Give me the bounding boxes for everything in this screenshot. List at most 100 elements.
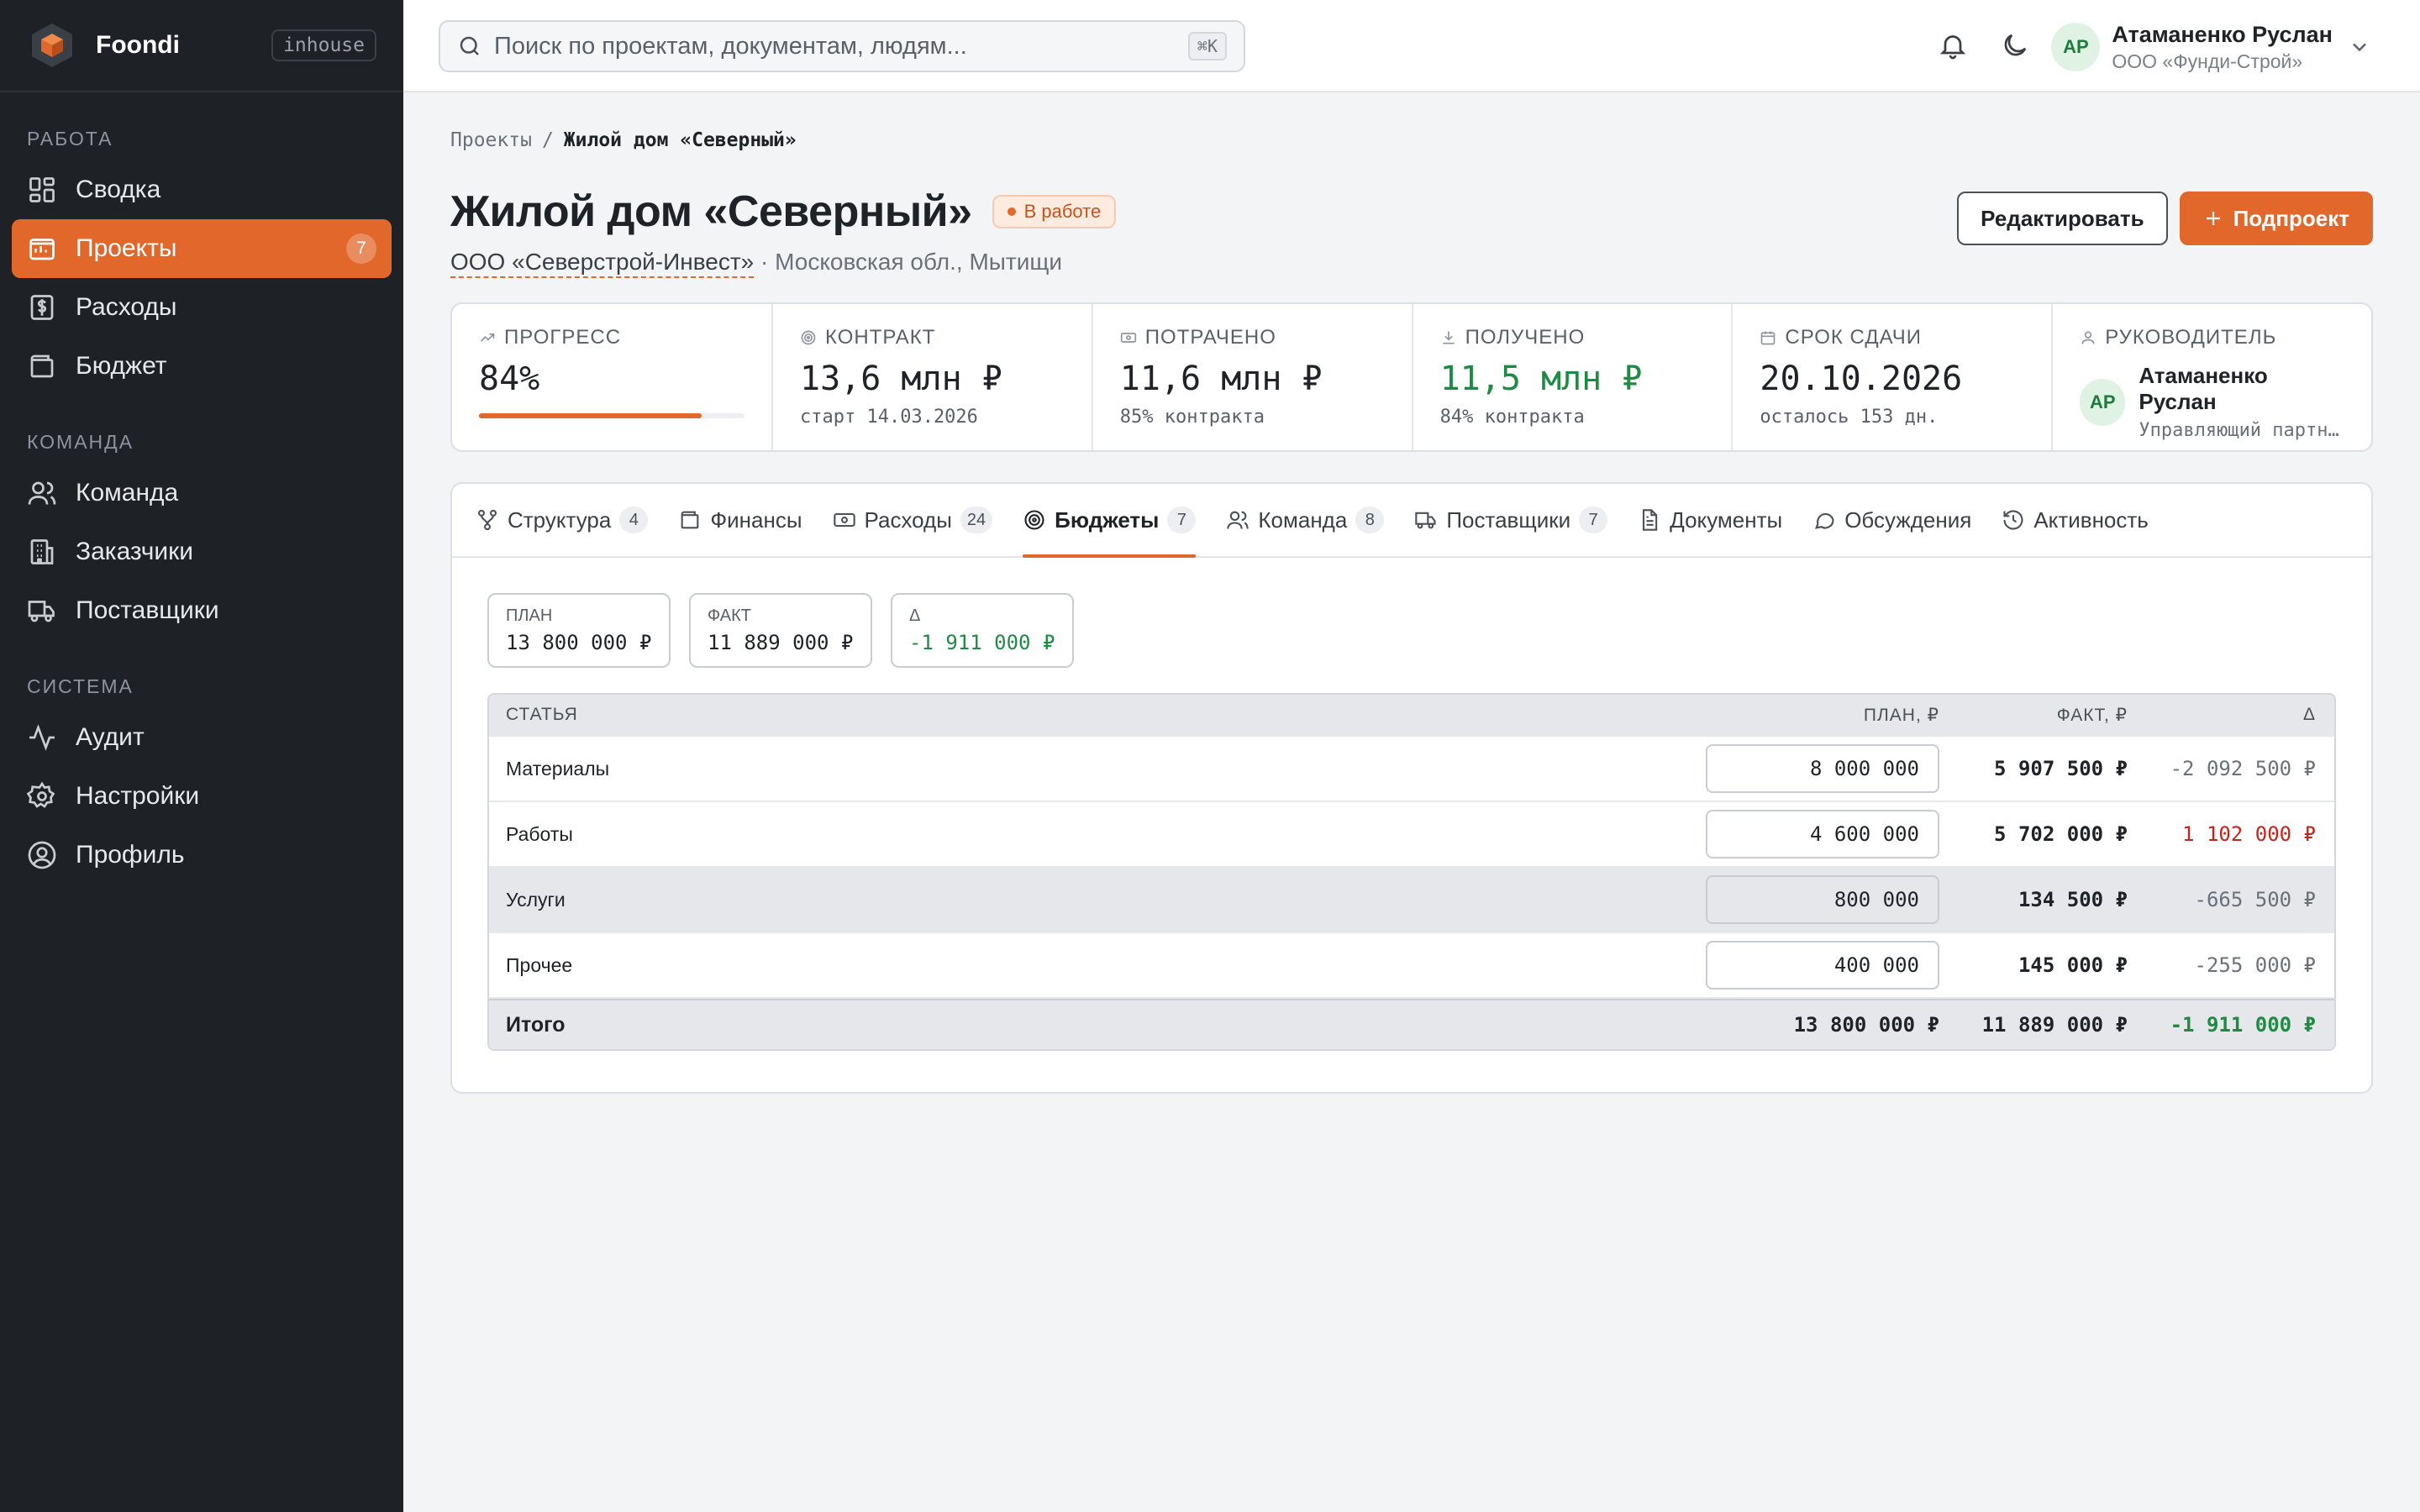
tab-count: 4 (619, 507, 649, 533)
stat-label: Руководитель (2105, 326, 2277, 349)
truck-icon (1415, 512, 1436, 529)
avatar: АР (2051, 23, 2101, 71)
tab-count: 7 (1579, 507, 1608, 533)
breadcrumb-link[interactable]: Проекты (450, 129, 532, 151)
column-header[interactable]: Δ (2146, 705, 2334, 725)
stat-contract: Контракт 13,6 млн ₽ старт 14.03.2026 (773, 304, 1093, 450)
tab-suppliers[interactable]: Поставщики 7 (1414, 484, 1608, 556)
status-dot (1007, 207, 1016, 216)
sidebar-item-settings[interactable]: Настройки (12, 767, 392, 826)
sidebar-item-suppliers[interactable]: Поставщики (12, 581, 392, 640)
row-delta: -2 092 500 ₽ (2170, 757, 2316, 780)
summary-label: ФАКТ (708, 606, 751, 625)
sidebar-item-budget[interactable]: Бюджет (12, 337, 392, 396)
tab-budgets[interactable]: Бюджеты 7 (1023, 484, 1197, 558)
tab-count: 8 (1355, 507, 1385, 533)
budget-summary: ПЛАН 13 800 000 ₽ ФАКТ 11 889 000 ₽ Δ -1… (452, 558, 2371, 668)
table-header: СТАТЬЯ ПЛАН, ₽ ФАКТ, ₽ Δ (489, 695, 2334, 737)
tab-count: 7 (1167, 507, 1197, 533)
sidebar-item-team[interactable]: Команда (12, 464, 392, 522)
user-org: ООО «Фунди-Строй» (2112, 50, 2303, 72)
row-item: Прочее (506, 953, 573, 976)
row-item: Материалы (506, 757, 610, 780)
nav-section-title: Система (27, 675, 134, 697)
tab-label: Поставщики (1446, 507, 1571, 533)
search-shortcut: ⌘K (1187, 32, 1227, 60)
plan-input[interactable]: 800 000 (1706, 875, 1939, 924)
tab-label: Бюджеты (1055, 507, 1160, 533)
stat-sub: старт 14.03.2026 (800, 407, 978, 428)
stat-value: 20.10.2026 (1760, 360, 1963, 398)
sidebar-item-audit[interactable]: Аудит (12, 708, 392, 767)
summary-value: 13 800 000 ₽ (506, 631, 652, 654)
tab-label: Документы (1670, 507, 1783, 533)
trend-up-icon (480, 333, 495, 342)
breadcrumb-current: Жилой дом «Северный» (563, 129, 797, 151)
plan-input[interactable]: 8 000 000 (1706, 744, 1939, 793)
tab-label: Финансы (710, 507, 802, 533)
sidebar-item-label: Аудит (76, 723, 145, 751)
summary-delta: Δ -1 911 000 ₽ (891, 593, 1074, 668)
dashboard-icon (29, 177, 55, 202)
calendar-icon (1761, 331, 1776, 345)
add-subproject-button[interactable]: Подпроект (2179, 192, 2373, 245)
search-input[interactable]: Поиск по проектам, документам, людям... … (439, 20, 1245, 72)
client-link[interactable]: ООО «Северстрой-Инвест» (450, 249, 755, 278)
user-name: Атаманенко Руслан (2112, 21, 2333, 47)
column-header[interactable]: ПЛАН, ₽ (1706, 705, 1958, 726)
row-fact: 134 500 ₽ (2018, 888, 2128, 911)
moon-icon[interactable] (2000, 30, 2030, 60)
stat-label: Получено (1465, 326, 1586, 349)
manager-role: Управляющий партн… (2139, 420, 2339, 441)
tab-label: Команда (1258, 507, 1348, 533)
sidebar-item-dashboard[interactable]: Сводка (12, 160, 392, 219)
plan-input[interactable]: 4 600 000 (1706, 810, 1939, 858)
sidebar-item-label: Команда (76, 479, 179, 507)
progress-fill (479, 413, 702, 418)
column-header[interactable]: СТАТЬЯ (489, 705, 1706, 725)
row-delta: -665 500 ₽ (2194, 888, 2317, 911)
sidebar-item-expenses[interactable]: Расходы (12, 278, 392, 337)
bell-icon[interactable] (1938, 30, 1968, 60)
sidebar: Foondi inhouse Работа Сводка Проекты 7 Р… (0, 0, 403, 1512)
tab-activity[interactable]: Активность (2002, 484, 2149, 556)
row-fact: 145 000 ₽ (2018, 953, 2128, 977)
sidebar-item-label: Профиль (76, 841, 185, 869)
sidebar-item-profile[interactable]: Профиль (12, 826, 392, 885)
tab-documents[interactable]: Документы (1638, 484, 1782, 556)
table-row: Работы 4 600 000 5 702 000 ₽ 1 102 000 ₽ (489, 802, 2334, 868)
gear-icon (27, 781, 55, 808)
manager-name[interactable]: Атаманенко Руслан (2139, 363, 2344, 415)
logo-icon (32, 24, 72, 67)
status-badge: В работе (992, 195, 1117, 228)
table-total-row: Итого 13 800 000 ₽ 11 889 000 ₽ -1 911 0… (489, 999, 2334, 1049)
total-label: Итого (506, 1012, 566, 1037)
tab-bar: Структура 4 Финансы Расходы 24 Бюджеты 7… (452, 484, 2371, 558)
download-icon (1442, 331, 1455, 344)
count-badge: 7 (346, 234, 376, 264)
edit-button[interactable]: Редактировать (1957, 192, 2168, 245)
user-menu[interactable]: АР Атаманенко Руслан ООО «Фунди-Строй» (2051, 20, 2371, 74)
tab-discussions[interactable]: Обсуждения (1812, 484, 1971, 556)
brand-name[interactable]: Foondi (96, 31, 271, 60)
tab-label: Активность (2033, 507, 2149, 533)
nav-section-title: Команда (27, 431, 134, 453)
column-header[interactable]: ФАКТ, ₽ (1958, 705, 2146, 726)
sidebar-item-clients[interactable]: Заказчики (12, 522, 392, 581)
stat-sub: осталось 153 дн. (1760, 407, 1939, 428)
summary-fact: ФАКТ 11 889 000 ₽ (689, 593, 872, 668)
stat-value: 11,6 млн ₽ (1119, 360, 1323, 398)
tab-team[interactable]: Команда 8 (1226, 484, 1385, 556)
sidebar-item-projects[interactable]: Проекты 7 (12, 219, 392, 278)
tab-finance[interactable]: Финансы (678, 484, 802, 556)
tab-structure[interactable]: Структура 4 (476, 484, 649, 556)
breadcrumb: Проекты / Жилой дом «Северный» (450, 129, 2373, 151)
sidebar-item-label: Поставщики (76, 596, 219, 624)
stat-value: 11,5 млн ₽ (1439, 360, 1643, 398)
activity-icon (29, 724, 55, 751)
project-subtitle: ООО «Северстрой-Инвест» · Московская обл… (450, 249, 2373, 278)
history-icon (2003, 510, 2023, 530)
plan-input[interactable]: 400 000 (1706, 941, 1939, 990)
users-icon (28, 481, 56, 505)
tab-expenses[interactable]: Расходы 24 (833, 484, 993, 556)
